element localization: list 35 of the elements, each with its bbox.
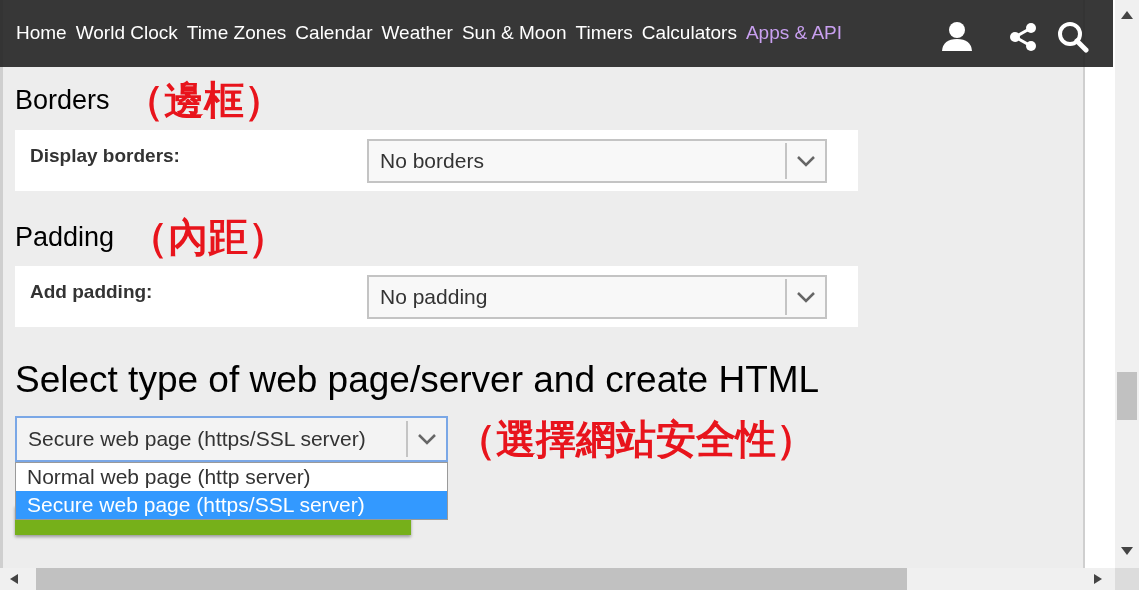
section-heading: Padding	[15, 220, 115, 254]
scrollbar-thumb[interactable]	[36, 568, 907, 590]
nav-link[interactable]: Timers	[575, 19, 633, 48]
left-arrow-icon[interactable]	[10, 574, 18, 584]
annotation-text: （選擇網站安全性）	[456, 419, 816, 459]
down-arrow-icon[interactable]	[1121, 547, 1133, 555]
chevron-down-icon	[796, 291, 816, 303]
chevron-down-icon	[417, 433, 437, 445]
section-heading: Borders	[15, 83, 110, 117]
select-field[interactable]: No padding	[367, 275, 827, 319]
vertical-scrollbar[interactable]	[1115, 0, 1139, 590]
nav-link[interactable]: Time Zones	[186, 19, 287, 48]
nav-link[interactable]: World Clock	[75, 19, 178, 48]
up-arrow-icon[interactable]	[1121, 11, 1133, 19]
annotation-text: （邊框）	[123, 80, 284, 120]
annotation-text: （內距）	[128, 217, 289, 257]
horizontal-scrollbar[interactable]	[0, 568, 1115, 590]
nav-link[interactable]: Calculators	[641, 19, 737, 48]
chevron-down-icon	[796, 155, 816, 167]
right-arrow-icon[interactable]	[1094, 574, 1102, 584]
nav-link[interactable]: Home	[16, 19, 67, 48]
nav-link[interactable]: Calendar	[295, 19, 373, 48]
user-icon[interactable]	[941, 20, 973, 51]
nav-link[interactable]: Sun & Moon	[461, 19, 567, 48]
setting-label: Display borders:	[30, 145, 180, 166]
select-field[interactable]: Secure web page (https/SSL server)	[15, 416, 448, 462]
select-field[interactable]: No borders	[367, 139, 827, 183]
setting-label: Add padding:	[30, 281, 153, 302]
nav-link[interactable]: Apps & API	[745, 19, 843, 48]
search-icon[interactable]	[1057, 20, 1089, 53]
scrollbar-thumb[interactable]	[1117, 372, 1137, 420]
share-icon[interactable]	[1009, 21, 1037, 52]
nav-link[interactable]: Weather	[381, 19, 453, 48]
section-heading: Select type of web page/server and create HTML	[15, 360, 821, 400]
scrollbar-corner	[1115, 568, 1139, 590]
